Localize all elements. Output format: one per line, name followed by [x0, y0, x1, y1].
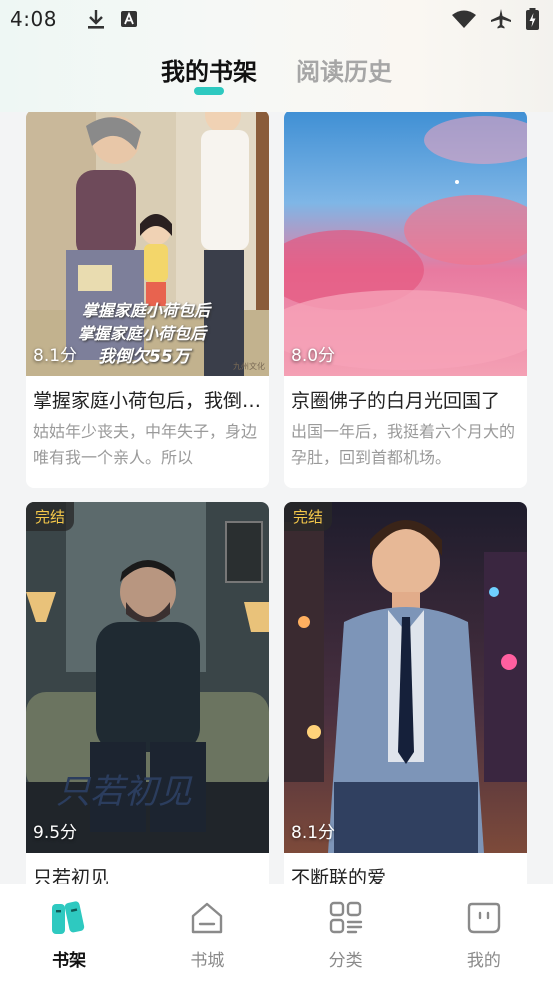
- download-icon: [87, 10, 104, 29]
- shelf-tabs: 我的书架 阅读历史: [0, 52, 553, 102]
- book-title: 掌握家庭小荷包后，我倒欠55万: [33, 390, 269, 412]
- tab-my-bookshelf[interactable]: 我的书架: [161, 52, 257, 87]
- cover-title-line: 我倒欠55万: [98, 347, 190, 367]
- cover-title-art: 只若初见: [56, 772, 192, 812]
- book-card[interactable]: 完结 8.1分 不断联的爱: [284, 502, 527, 884]
- cover-title-line: 掌握家庭小荷包后: [78, 324, 207, 343]
- book-score: 8.1分: [33, 346, 78, 366]
- book-title: 不断联的爱: [291, 867, 387, 884]
- book-score: 8.0分: [291, 346, 336, 366]
- book-score: 8.1分: [291, 823, 336, 843]
- nav-label: 书城: [190, 951, 225, 971]
- profile-icon: [467, 902, 501, 934]
- nav-label: 分类: [328, 951, 363, 971]
- completed-badge: 完结: [284, 502, 333, 531]
- book-title: 京圈佛子的白月光回国了: [291, 390, 501, 412]
- book-score: 9.5分: [33, 823, 78, 843]
- book-card[interactable]: 掌握家庭小荷包后 掌握家庭小荷包后 我倒欠55万 九州文化 8.1分 掌握家庭小…: [26, 112, 269, 488]
- book-card[interactable]: 只若初见 完结 9.5分 只若初见: [26, 502, 269, 884]
- bookshelf-icon: [52, 901, 85, 934]
- completed-badge: 完结: [26, 502, 75, 531]
- wifi-icon: [452, 10, 476, 28]
- book-card[interactable]: 8.0分 京圈佛子的白月光回国了 出国一年后，我挺着六个月大的孕肚，回到首都机场…: [284, 112, 527, 488]
- book-cover: 只若初见 完结 9.5分: [26, 502, 269, 853]
- book-description: 出国一年后，我挺着六个月大的孕肚，回到首都机场。: [291, 422, 516, 467]
- bookstore-icon: [192, 902, 223, 934]
- cover-illustration: [284, 502, 527, 853]
- nav-label: 我的: [466, 951, 501, 971]
- status-bar: 4:08: [0, 0, 553, 38]
- category-icon: [329, 901, 362, 934]
- status-time: 4:08: [10, 7, 57, 31]
- book-cover: 8.0分: [284, 112, 527, 376]
- book-cover: 掌握家庭小荷包后 掌握家庭小荷包后 我倒欠55万 九州文化 8.1分: [26, 112, 269, 376]
- airplane-icon: [491, 9, 511, 29]
- nav-item-bookstore[interactable]: 书城: [138, 884, 276, 983]
- nav-label: 书架: [52, 951, 87, 971]
- bottom-navigation: 书架 书城 分类 我的: [0, 884, 553, 983]
- book-grid: 掌握家庭小荷包后 掌握家庭小荷包后 我倒欠55万 九州文化 8.1分 掌握家庭小…: [0, 112, 553, 884]
- nav-item-bookshelf[interactable]: 书架: [0, 884, 138, 983]
- active-tab-indicator: [194, 87, 224, 95]
- tab-reading-history[interactable]: 阅读历史: [296, 52, 392, 87]
- book-cover: 完结 8.1分: [284, 502, 527, 853]
- cover-illustration: [284, 112, 527, 376]
- font-a-icon: [120, 11, 137, 27]
- nav-item-profile[interactable]: 我的: [415, 884, 553, 983]
- book-description: 姑姑年少丧夫，中年失子，身边唯有我一个亲人。所以: [33, 422, 258, 467]
- nav-item-category[interactable]: 分类: [277, 884, 415, 983]
- cover-credit: 九州文化: [233, 362, 265, 371]
- cover-title-line: 掌握家庭小荷包后: [82, 301, 211, 320]
- book-title: 只若初见: [33, 867, 110, 884]
- battery-charging-icon: [526, 8, 539, 30]
